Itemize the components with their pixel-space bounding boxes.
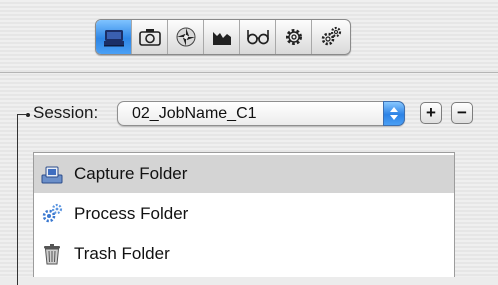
session-popup[interactable]: 02_JobName_C1 — [117, 101, 405, 126]
group-bracket — [17, 114, 26, 285]
popup-arrows-icon — [383, 101, 405, 126]
session-label: Session: — [33, 103, 99, 122]
gears-icon — [321, 26, 342, 46]
bracket-dot — [26, 113, 30, 117]
add-session-button[interactable]: + — [420, 102, 442, 124]
camera-icon — [138, 29, 161, 46]
list-item-capture-folder[interactable]: Capture Folder — [34, 155, 454, 193]
capture-folder-icon — [41, 166, 63, 184]
list-item-label: Capture Folder — [74, 164, 188, 183]
tab-capture[interactable] — [96, 20, 132, 54]
histogram-icon — [212, 32, 231, 45]
tab-camera[interactable] — [132, 20, 168, 54]
list-item-process-folder[interactable]: Process Folder — [34, 195, 454, 233]
folder-list: Capture Folder Process Folder Trash Fold… — [33, 152, 455, 277]
aperture-icon — [176, 27, 195, 47]
list-item-trash-folder[interactable]: Trash Folder — [34, 235, 454, 273]
process-gears-icon — [42, 203, 63, 223]
capture-folder-icon — [103, 30, 124, 47]
gear-icon — [285, 29, 302, 45]
glasses-icon — [246, 30, 269, 45]
tab-toolbar — [95, 19, 351, 55]
tab-aperture[interactable] — [168, 20, 204, 54]
list-item-label: Trash Folder — [74, 244, 170, 263]
trash-icon — [44, 244, 60, 265]
list-item-label: Process Folder — [74, 204, 189, 223]
session-popup-value: 02_JobName_C1 — [132, 105, 257, 122]
tab-histogram[interactable] — [204, 20, 240, 54]
toolbar-area — [0, 0, 498, 73]
session-row: Session: 02_JobName_C1 + − — [0, 98, 498, 285]
tab-process[interactable] — [312, 20, 350, 54]
tab-glasses[interactable] — [240, 20, 276, 54]
remove-session-button[interactable]: − — [451, 102, 473, 124]
tab-settings[interactable] — [276, 20, 312, 54]
